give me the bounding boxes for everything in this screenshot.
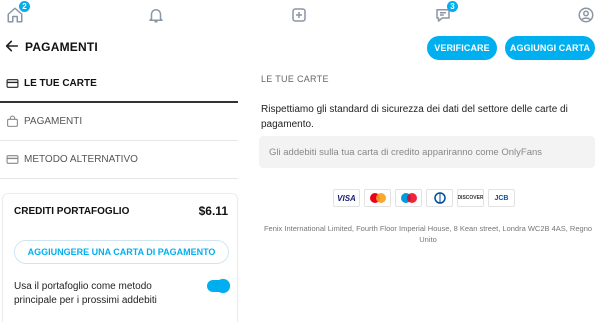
home-badge: 2: [19, 1, 30, 12]
security-text: Rispettiamo gli standard di sicurezza de…: [261, 104, 568, 130]
add-payment-card-button[interactable]: AGGIUNGERE UNA CARTA DI PAGAMENTO: [14, 240, 229, 264]
wallet-amount: $6.11: [198, 204, 228, 218]
card-icon: [5, 153, 19, 167]
messages-button[interactable]: 3: [432, 1, 458, 26]
wallet-panel: CREDITI PORTAFOGLIO $6.11 AGGIUNGERE UNA…: [2, 193, 238, 322]
toggle-knob: [216, 279, 230, 293]
add-card-button[interactable]: AGGIUNGI CARTA: [505, 36, 595, 60]
new-post-button[interactable]: [288, 4, 310, 26]
back-arrow-icon[interactable]: [4, 38, 20, 54]
top-navigation: 2 3: [0, 0, 610, 30]
menu-item-label: METODO ALTERNATIVO: [24, 154, 138, 165]
company-address: Fenix International Limited, Fourth Floo…: [263, 224, 593, 244]
messages-badge: 3: [447, 1, 458, 12]
diners-logo: [426, 189, 453, 207]
mastercard-logo: [364, 189, 391, 207]
notifications-button[interactable]: [145, 4, 167, 26]
plus-square-icon: [292, 8, 306, 22]
maestro-logo: [395, 189, 422, 207]
menu-item-payments[interactable]: PAGAMENTI: [0, 103, 238, 141]
wallet-primary-toggle[interactable]: [207, 279, 230, 293]
menu-item-label: LE TUE CARTE: [24, 77, 97, 89]
card-logos: VISA DISCOVER JCB: [333, 189, 515, 207]
home-button[interactable]: 2: [4, 1, 30, 26]
discover-logo: DISCOVER: [457, 189, 484, 207]
profile-button[interactable]: [575, 4, 597, 26]
visa-logo: VISA: [333, 189, 360, 207]
wallet-title: CREDITI PORTAFOGLIO: [14, 206, 130, 217]
page-title: PAGAMENTI: [25, 40, 98, 54]
user-circle-icon: [578, 7, 594, 23]
verify-button[interactable]: VERIFICARE: [427, 36, 497, 60]
jcb-logo: JCB: [488, 189, 515, 207]
page-header: PAGAMENTI VERIFICARE AGGIUNGI CARTA: [0, 30, 610, 64]
menu-item-your-cards[interactable]: LE TUE CARTE: [0, 65, 238, 103]
bell-icon: [149, 9, 163, 23]
charges-note: Gli addebiti sulla tua carta di credito …: [259, 136, 595, 168]
section-title: LE TUE CARTE: [261, 74, 329, 84]
wallet-primary-text: Usa il portafoglio come metodo principal…: [14, 281, 157, 306]
menu-item-label: PAGAMENTI: [24, 116, 83, 127]
card-icon: [5, 76, 19, 90]
menu-item-alternative-method[interactable]: METODO ALTERNATIVO: [0, 141, 238, 179]
bag-icon: [5, 115, 19, 129]
